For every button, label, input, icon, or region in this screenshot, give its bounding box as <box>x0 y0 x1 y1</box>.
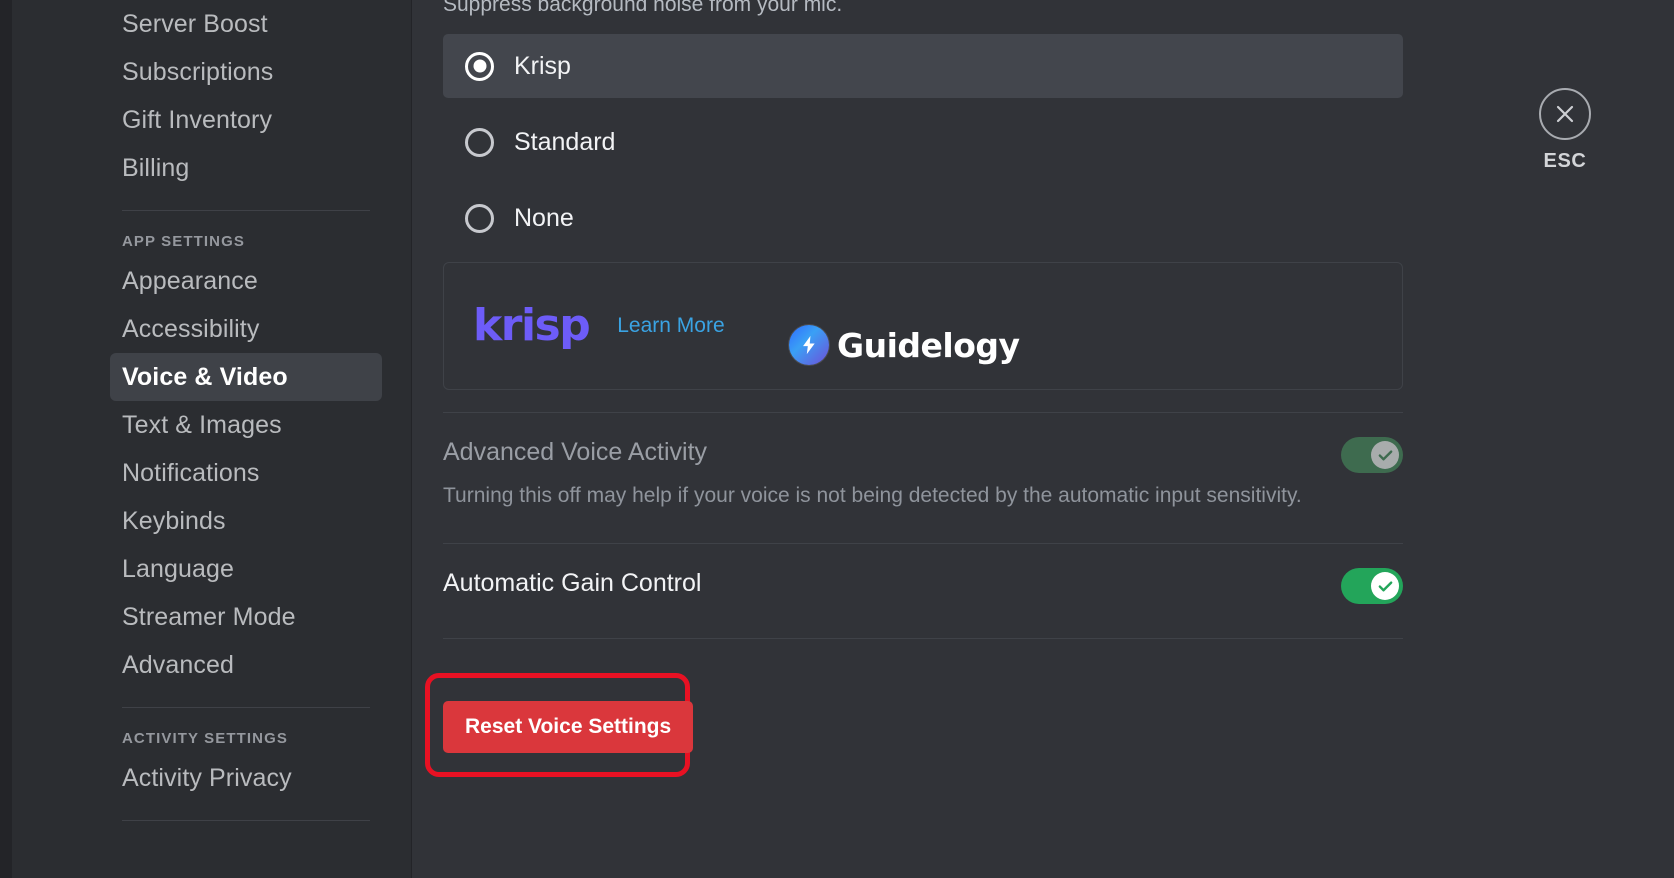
voice-video-panel: Suppress background noise from your mic.… <box>425 0 1403 787</box>
sidebar-item-label: Advanced <box>122 651 234 679</box>
sidebar-divider <box>122 210 370 211</box>
setting-automatic-gain-control: Automatic Gain Control <box>443 544 1403 604</box>
settings-content: Suppress background noise from your mic.… <box>412 0 1674 878</box>
sidebar-item-server-boost[interactable]: Server Boost <box>110 0 382 48</box>
sidebar-item-label: Voice & Video <box>122 363 288 391</box>
section-divider-3 <box>443 638 1403 639</box>
sidebar-item-streamer-mode[interactable]: Streamer Mode <box>110 593 382 641</box>
sidebar-item-gift-inventory[interactable]: Gift Inventory <box>110 96 382 144</box>
sidebar-item-label: Appearance <box>122 267 258 295</box>
settings-sidebar: Server Boost Subscriptions Gift Inventor… <box>12 0 412 878</box>
noise-option-krisp[interactable]: Krisp <box>443 34 1403 98</box>
radio-selected-icon <box>465 51 494 81</box>
sidebar-section-activity-settings: ACTIVITY SETTINGS <box>122 730 288 747</box>
sidebar-item-appearance[interactable]: Appearance <box>110 257 382 305</box>
radio-unselected-icon <box>465 127 494 157</box>
noise-option-label: None <box>514 203 574 232</box>
sidebar-item-label: Server Boost <box>122 10 268 38</box>
setting-title: Advanced Voice Activity <box>443 438 708 466</box>
settings-window: Server Boost Subscriptions Gift Inventor… <box>0 0 1674 878</box>
krisp-logo: krisp <box>473 300 591 351</box>
lightning-bolt-icon <box>789 325 829 365</box>
sidebar-item-label: Activity Privacy <box>122 764 292 792</box>
sidebar-divider-3 <box>122 820 370 821</box>
sidebar-item-advanced[interactable]: Advanced <box>110 641 382 689</box>
noise-option-label: Krisp <box>514 51 571 80</box>
sidebar-divider-2 <box>122 707 370 708</box>
guidelogy-watermark: Guidelogy <box>789 325 1020 365</box>
toggle-knob-check-icon <box>1371 572 1399 600</box>
close-settings-button[interactable]: ESC <box>1520 88 1610 173</box>
sidebar-item-label: Text & Images <box>122 411 282 439</box>
sidebar-section-app-settings: APP SETTINGS <box>122 233 245 250</box>
sidebar-item-notifications[interactable]: Notifications <box>110 449 382 497</box>
sidebar-item-label: Keybinds <box>122 507 226 535</box>
left-gutter <box>0 0 12 878</box>
sidebar-item-text-and-images[interactable]: Text & Images <box>110 401 382 449</box>
sidebar-item-voice-and-video[interactable]: Voice & Video <box>110 353 382 401</box>
sidebar-item-accessibility[interactable]: Accessibility <box>110 305 382 353</box>
radio-unselected-icon <box>465 203 494 233</box>
sidebar-item-label: Subscriptions <box>122 58 274 86</box>
sidebar-item-activity-privacy[interactable]: Activity Privacy <box>110 754 382 802</box>
krisp-promo-card: krisp Learn More Guidelogy <box>443 262 1403 390</box>
close-label: ESC <box>1543 150 1587 172</box>
advanced-voice-activity-toggle[interactable] <box>1341 437 1403 473</box>
noise-suppression-description: Suppress background noise from your mic. <box>443 0 843 16</box>
reset-section: Reset Voice Settings <box>425 673 1403 787</box>
sidebar-item-language[interactable]: Language <box>110 545 382 593</box>
sidebar-item-label: Language <box>122 555 235 583</box>
sidebar-item-label: Notifications <box>122 459 260 487</box>
sidebar-item-label: Gift Inventory <box>122 106 273 134</box>
sidebar-item-keybinds[interactable]: Keybinds <box>110 497 382 545</box>
settings-nav: Server Boost Subscriptions Gift Inventor… <box>110 0 382 837</box>
learn-more-link[interactable]: Learn More <box>617 314 724 338</box>
noise-option-none[interactable]: None <box>443 186 1403 250</box>
sidebar-item-label: Streamer Mode <box>122 603 296 631</box>
automatic-gain-control-toggle[interactable] <box>1341 568 1403 604</box>
setting-description: Turning this off may help if your voice … <box>443 484 1302 507</box>
sidebar-item-label: Accessibility <box>122 315 260 343</box>
noise-option-standard[interactable]: Standard <box>443 110 1403 174</box>
setting-title: Automatic Gain Control <box>443 569 702 597</box>
reset-voice-settings-button[interactable]: Reset Voice Settings <box>443 701 694 753</box>
setting-advanced-voice-activity: Advanced Voice Activity Turning this off… <box>443 413 1403 509</box>
close-icon <box>1539 88 1591 140</box>
sidebar-item-subscriptions[interactable]: Subscriptions <box>110 48 382 96</box>
sidebar-item-label: Billing <box>122 154 190 182</box>
sidebar-item-billing[interactable]: Billing <box>110 144 382 192</box>
toggle-knob-check-icon <box>1371 441 1399 469</box>
guidelogy-watermark-text: Guidelogy <box>837 325 1020 365</box>
noise-option-label: Standard <box>514 127 616 156</box>
